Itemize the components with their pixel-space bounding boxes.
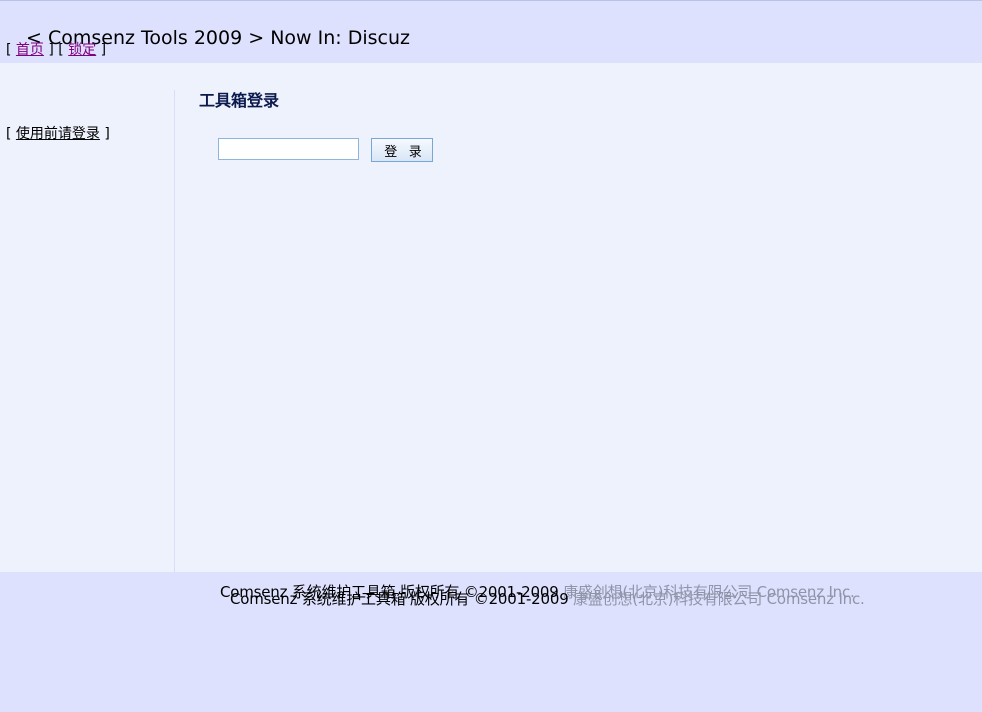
footer-text-duplicate: Comsenz 系统维护工具箱 版权所有 ©2001-2009 — [230, 590, 574, 608]
nav-bracket-close: ] — [100, 42, 107, 58]
sidebar-divider — [174, 90, 175, 572]
nav-separator: ] [ — [48, 42, 64, 58]
footer-company-duplicate: 康盛创想(北京)科技有限公司 Comsenz Inc. — [573, 590, 865, 608]
footer: Comsenz 系统维护工具箱 版权所有 ©2001-2009 康盛创想(北京)… — [0, 572, 982, 712]
nav-lock-link[interactable]: 锁定 — [68, 42, 96, 58]
sidebar-bracket-open: [ — [6, 126, 12, 142]
footer-copyright-duplicate: Comsenz 系统维护工具箱 版权所有 ©2001-2009 康盛创想(北京)… — [230, 588, 865, 609]
password-input[interactable] — [218, 138, 359, 160]
login-button[interactable]: 登 录 — [371, 138, 433, 162]
sidebar-login-link[interactable]: 使用前请登录 — [16, 126, 100, 142]
sidebar-login-prompt: [ 使用前请登录 ] — [6, 123, 110, 143]
header-bar: < Comsenz Tools 2009 > Now In: Discuz [ … — [0, 0, 982, 63]
nav-home-link[interactable]: 首页 — [16, 42, 44, 58]
page-title: 工具箱登录 — [199, 91, 280, 110]
sidebar-bracket-close: ] — [104, 126, 110, 142]
nav-bracket-open: [ — [6, 42, 12, 58]
top-nav: [ 首页 ] [ 锁定 ] — [6, 39, 106, 59]
